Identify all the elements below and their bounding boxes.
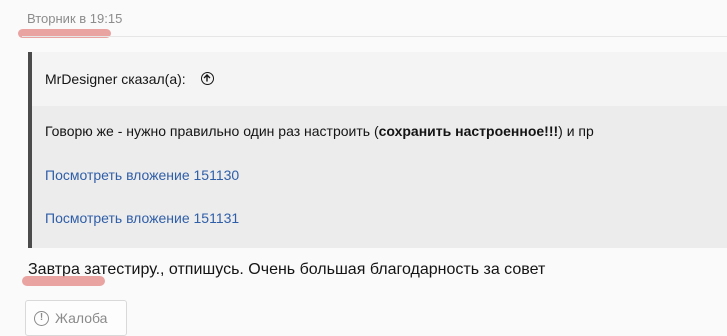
quote-text-part: ) и пр <box>558 123 594 139</box>
message-highlight-mark <box>22 276 105 286</box>
attachment-link-151131[interactable]: Посмотреть вложение 151131 <box>45 209 727 228</box>
quote-text: Говорю же - нужно правильно один раз нас… <box>45 122 727 141</box>
exclamation-circle-icon: ! <box>34 310 49 326</box>
attachment-link-151130[interactable]: Посмотреть вложение 151130 <box>45 166 727 185</box>
quote-header: MrDesigner сказал(а): <box>32 52 727 106</box>
post-date[interactable]: Вторник в 19:15 <box>27 11 122 26</box>
quote-block: MrDesigner сказал(а): Говорю же - нужно … <box>28 52 727 248</box>
quote-body: Говорю же - нужно правильно один раз нас… <box>32 106 727 228</box>
quote-text-bold: сохранить настроенное!!! <box>378 123 559 139</box>
post-header-divider <box>22 36 727 37</box>
quote-author: MrDesigner сказал(а): <box>45 71 186 87</box>
quote-text-part: Говорю же - нужно правильно один раз нас… <box>45 123 379 139</box>
arrow-up-circle-icon[interactable] <box>200 71 214 85</box>
message-text: Завтра затестиру., отпишусь. Очень больш… <box>28 261 546 278</box>
report-label: Жалоба <box>55 310 108 326</box>
